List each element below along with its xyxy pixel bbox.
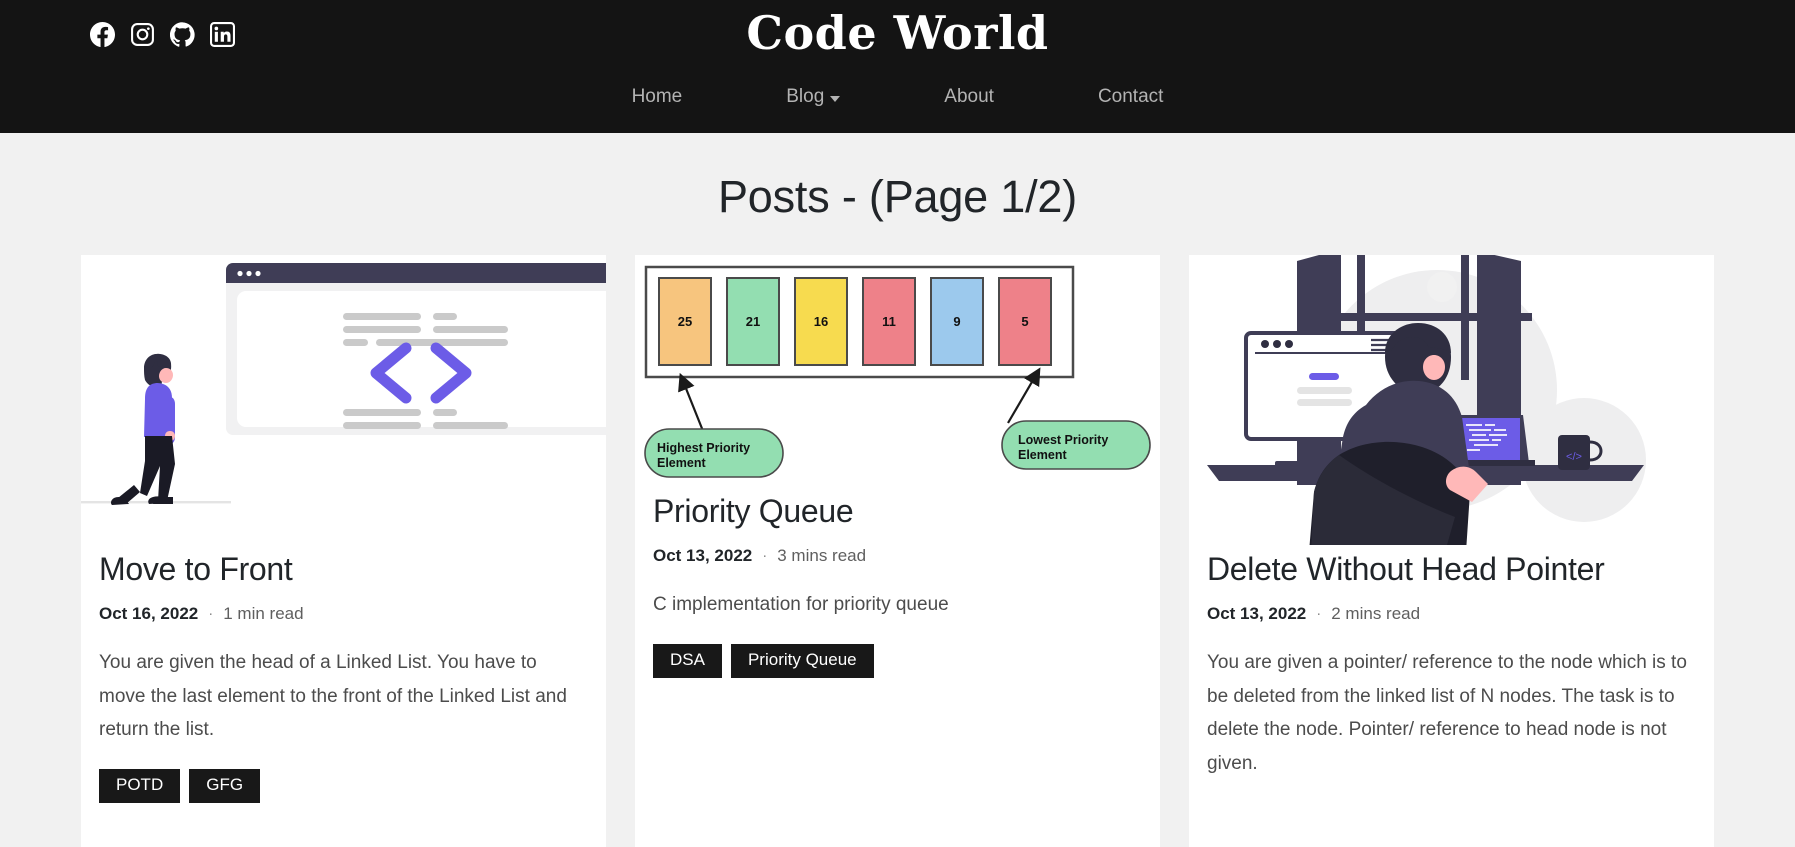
- svg-text:Lowest Priority: Lowest Priority: [1018, 433, 1108, 447]
- nav-item-contact[interactable]: Contact: [1046, 86, 1215, 108]
- meta-separator: ·: [762, 547, 768, 565]
- nav-item-blog[interactable]: Blog: [734, 86, 892, 108]
- svg-text:5: 5: [1021, 314, 1028, 329]
- svg-text:</>: </>: [1566, 451, 1582, 463]
- nav-item-home[interactable]: Home: [580, 86, 735, 108]
- priority-queue-diagram: 25 21 16 11 9 5 Highest Priority Element…: [643, 263, 1152, 487]
- svg-text:Element: Element: [657, 456, 706, 470]
- post-date: Oct 16, 2022: [99, 603, 199, 623]
- svg-text:Highest Priority: Highest Priority: [657, 441, 750, 455]
- svg-text:25: 25: [678, 314, 692, 329]
- post-date: Oct 13, 2022: [1207, 603, 1307, 623]
- chevron-down-icon: [830, 95, 841, 102]
- post-illustration-priority-queue: 25 21 16 11 9 5 Highest Priority Element…: [635, 255, 1160, 487]
- post-card[interactable]: 25 21 16 11 9 5 Highest Priority Element…: [635, 255, 1160, 847]
- post-illustration-developer-at-desk: </>: [1189, 255, 1714, 552]
- post-description: C implementation for priority queue: [653, 593, 949, 615]
- svg-text:11: 11: [882, 314, 896, 329]
- post-tags: POTD GFG: [99, 769, 588, 804]
- post-illustration-developer-walking: [81, 255, 606, 545]
- post-description: You are given the head of a Linked List.…: [99, 651, 567, 741]
- post-grid: Move to Front Oct 16, 2022 · 1 min read …: [0, 255, 1795, 847]
- post-title[interactable]: Priority Queue: [653, 493, 1142, 530]
- meta-separator: ·: [208, 605, 214, 623]
- post-meta: Oct 16, 2022 · 1 min read: [99, 604, 588, 624]
- post-read-time: 1 min read: [223, 603, 304, 623]
- post-tag[interactable]: Priority Queue: [730, 643, 874, 678]
- svg-text:21: 21: [746, 314, 760, 329]
- post-date: Oct 13, 2022: [653, 545, 753, 565]
- nav-item-about[interactable]: About: [892, 86, 1046, 108]
- nav-label-about: About: [944, 86, 994, 107]
- post-card[interactable]: </> Delete Without Head Pointer Oct 13, …: [1189, 255, 1714, 847]
- svg-text:Element: Element: [1018, 448, 1067, 462]
- developer-at-desk-illustration: </>: [1189, 255, 1714, 552]
- post-description: You are given a pointer/ reference to th…: [1207, 651, 1687, 775]
- meta-separator: ·: [1316, 605, 1322, 623]
- svg-text:16: 16: [814, 314, 828, 329]
- main-content: Posts - (Page 1/2) Move to Front Oct 16,…: [0, 171, 1795, 847]
- post-card-body: Delete Without Head Pointer Oct 13, 2022…: [1189, 551, 1714, 803]
- nav-label-home: Home: [631, 86, 683, 107]
- post-tag[interactable]: DSA: [653, 643, 722, 678]
- post-title[interactable]: Delete Without Head Pointer: [1207, 551, 1696, 588]
- post-title[interactable]: Move to Front: [99, 551, 588, 588]
- site-brand-title: Code World: [746, 6, 1049, 60]
- post-tag[interactable]: POTD: [99, 769, 181, 804]
- post-meta: Oct 13, 2022 · 2 mins read: [1207, 604, 1696, 624]
- svg-text:9: 9: [953, 314, 960, 329]
- pq-callout-lowest: Lowest Priority Element: [1001, 420, 1151, 470]
- post-meta: Oct 13, 2022 · 3 mins read: [653, 546, 1142, 566]
- main-navigation: Home Blog About Contact: [0, 86, 1795, 108]
- post-card-body: Priority Queue Oct 13, 2022 · 3 mins rea…: [635, 493, 1160, 700]
- post-tags: DSA Priority Queue: [653, 643, 1142, 678]
- post-card-body: Move to Front Oct 16, 2022 · 1 min read …: [81, 551, 606, 825]
- post-card[interactable]: Move to Front Oct 16, 2022 · 1 min read …: [81, 255, 606, 847]
- developer-walking-illustration: [81, 255, 606, 545]
- page-title: Posts - (Page 1/2): [717, 171, 1078, 222]
- post-read-time: 3 mins read: [777, 545, 867, 565]
- pq-callout-highest: Highest Priority Element: [644, 428, 784, 478]
- nav-label-blog: Blog: [786, 86, 825, 107]
- nav-label-contact: Contact: [1097, 86, 1164, 107]
- post-read-time: 2 mins read: [1331, 603, 1421, 623]
- post-tag[interactable]: GFG: [189, 769, 261, 804]
- site-header: Code World Home Blog About Contact: [0, 0, 1795, 133]
